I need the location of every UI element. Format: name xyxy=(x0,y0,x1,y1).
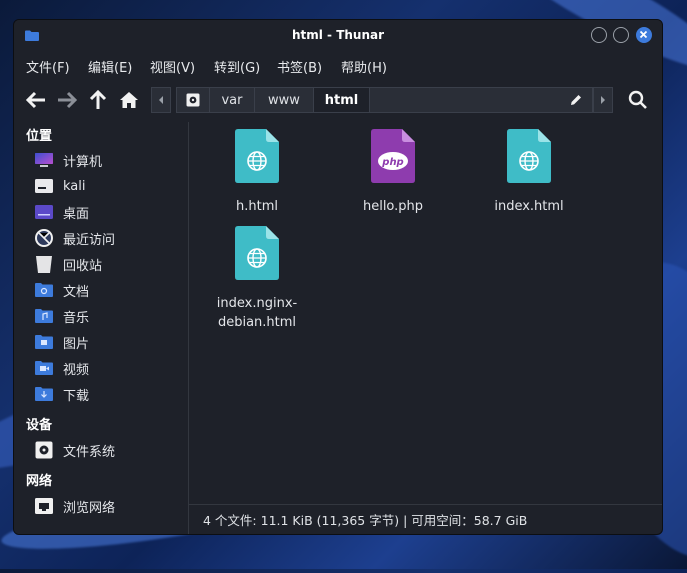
minimize-button[interactable] xyxy=(591,27,607,43)
file-name: index.nginx- debian.html xyxy=(202,294,312,332)
file-view[interactable]: h.html php hello.php index.html index.ng… xyxy=(189,122,662,504)
file-name-line: debian.html xyxy=(217,315,297,330)
home-folder-icon xyxy=(34,177,54,195)
pencil-icon[interactable] xyxy=(569,93,583,107)
breadcrumb-html[interactable]: html xyxy=(313,87,370,113)
sidebar-item-label: 计算机 xyxy=(63,154,103,170)
sidebar-item-label: 桌面 xyxy=(63,206,90,222)
sidebar-item-downloads[interactable]: 下载 xyxy=(34,382,89,406)
sidebar-item-browse-network[interactable]: 浏览网络 xyxy=(34,494,115,518)
computer-icon xyxy=(34,151,54,169)
file-manager-window: html - Thunar 文件(F) 编辑(E) 视图(V) 转到(G) 书签… xyxy=(13,19,663,535)
arrow-right-icon xyxy=(58,91,77,109)
back-button[interactable] xyxy=(23,87,49,113)
sidebar-header-places: 位置 xyxy=(26,129,53,144)
html-file-icon xyxy=(235,226,279,280)
menu-file[interactable]: 文件(F) xyxy=(26,57,70,76)
sidebar-item-videos[interactable]: 视频 xyxy=(34,356,89,380)
path-scroll-right-button[interactable] xyxy=(593,87,613,113)
trash-icon xyxy=(34,255,54,273)
sidebar-item-kali[interactable]: kali xyxy=(34,174,86,198)
videos-folder-icon xyxy=(34,359,54,377)
arrow-left-icon xyxy=(26,91,45,109)
sidebar-header-devices: 设备 xyxy=(26,418,53,433)
sidebar-item-label: 最近访问 xyxy=(63,232,116,248)
file-name: hello.php xyxy=(362,199,424,214)
path-scroll-left-button[interactable] xyxy=(151,87,171,113)
arrow-up-icon xyxy=(89,90,107,109)
sidebar-item-computer[interactable]: 计算机 xyxy=(34,148,102,172)
breadcrumb-www[interactable]: www xyxy=(254,87,314,113)
sidebar-item-label: 文档 xyxy=(63,284,90,300)
breadcrumb-var[interactable]: var xyxy=(209,87,255,113)
sidebar-item-label: kali xyxy=(63,178,86,194)
file-name: index.html xyxy=(494,199,564,214)
php-file-icon: php xyxy=(371,129,415,183)
toolbar: var www html xyxy=(14,78,662,122)
sidebar-item-label: 音乐 xyxy=(63,310,90,326)
html-file-icon xyxy=(235,129,279,183)
sidebar-item-music[interactable]: 音乐 xyxy=(34,304,89,328)
breadcrumb-root[interactable] xyxy=(176,87,210,113)
file-item[interactable]: php hello.php xyxy=(338,129,448,216)
search-button[interactable] xyxy=(625,87,651,113)
menu-edit[interactable]: 编辑(E) xyxy=(88,57,132,76)
parent-folder-button[interactable] xyxy=(85,87,111,113)
html-file-icon xyxy=(507,129,551,183)
recent-icon xyxy=(34,229,54,247)
title-bar[interactable]: html - Thunar xyxy=(14,20,662,52)
chevron-left-icon xyxy=(159,96,163,104)
home-icon xyxy=(120,92,138,108)
status-bar: 4 个文件: 11.1 KiB (11,365 字节) | 可用空间：58.7 … xyxy=(189,504,662,534)
sidebar-item-filesystem[interactable]: 文件系统 xyxy=(34,438,115,462)
sidebar-item-label: 文件系统 xyxy=(63,444,116,460)
pictures-folder-icon xyxy=(34,333,54,351)
home-button[interactable] xyxy=(116,87,142,113)
menu-bar: 文件(F) 编辑(E) 视图(V) 转到(G) 书签(B) 帮助(H) xyxy=(14,52,662,78)
sidebar-item-label: 图片 xyxy=(63,336,90,352)
documents-folder-icon xyxy=(34,281,54,299)
sidebar-item-label: 下载 xyxy=(63,388,90,404)
sidebar-header-network: 网络 xyxy=(26,474,53,489)
menu-go[interactable]: 转到(G) xyxy=(214,57,260,76)
file-name: h.html xyxy=(236,199,278,214)
music-folder-icon xyxy=(34,307,54,325)
status-text: 4 个文件: 11.1 KiB (11,365 字节) | 可用空间：58.7 … xyxy=(203,513,528,528)
svg-text:php: php xyxy=(381,157,403,168)
sidebar-item-label: 视频 xyxy=(63,362,90,378)
drive-icon xyxy=(186,93,200,107)
maximize-button[interactable] xyxy=(613,27,629,43)
sidebar-item-desktop[interactable]: 桌面 xyxy=(34,200,89,224)
chevron-right-icon xyxy=(601,96,605,104)
file-item[interactable]: index.html xyxy=(474,129,584,216)
drive-icon xyxy=(34,441,54,459)
forward-button[interactable] xyxy=(54,87,80,113)
location-entry[interactable] xyxy=(369,87,593,113)
sidebar-item-recent[interactable]: 最近访问 xyxy=(34,226,115,250)
close-button[interactable] xyxy=(636,27,652,43)
sidebar-item-trash[interactable]: 回收站 xyxy=(34,252,102,276)
window-title: html - Thunar xyxy=(291,28,385,42)
sidebar-item-label: 浏览网络 xyxy=(63,500,116,516)
downloads-folder-icon xyxy=(34,385,54,403)
close-icon xyxy=(639,30,648,39)
menu-help[interactable]: 帮助(H) xyxy=(341,57,387,76)
search-icon xyxy=(628,90,647,109)
menu-view[interactable]: 视图(V) xyxy=(150,57,195,76)
sidebar: 位置 计算机 kali 桌面 最近访问 回收站 文档 音乐 图片 视频 下载 设… xyxy=(14,122,189,534)
sidebar-item-label: 回收站 xyxy=(63,258,103,274)
sidebar-item-documents[interactable]: 文档 xyxy=(34,278,89,302)
desktop-folder-icon xyxy=(34,203,54,221)
sidebar-item-pictures[interactable]: 图片 xyxy=(34,330,89,354)
menu-bookmarks[interactable]: 书签(B) xyxy=(277,57,322,76)
file-item[interactable]: index.nginx- debian.html xyxy=(202,226,312,332)
network-icon xyxy=(34,497,54,515)
file-item[interactable]: h.html xyxy=(202,129,312,216)
file-name-line: index.nginx- xyxy=(216,296,298,311)
